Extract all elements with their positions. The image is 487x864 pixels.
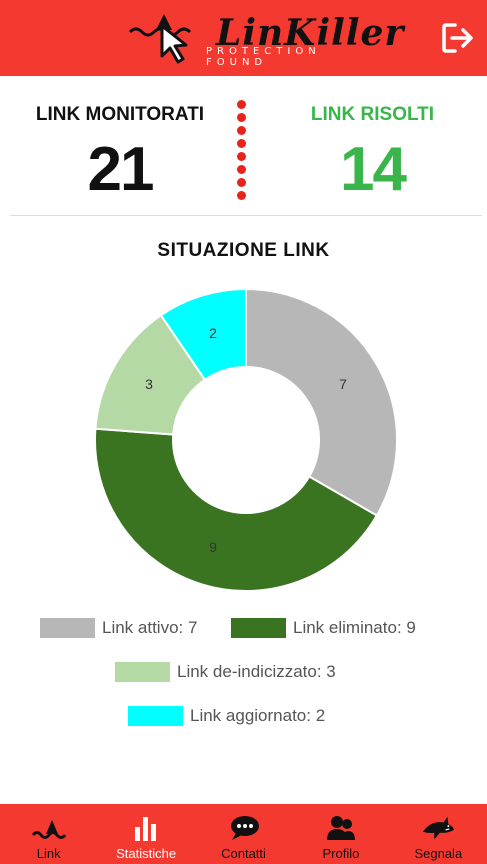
legend-item-eliminato[interactable]: Link eliminato: 9 [231, 618, 416, 638]
link-status-chart: 7 9 3 2 [0, 270, 487, 610]
nav-item-statistiche[interactable]: Statistiche [97, 804, 194, 864]
legend-label: Link aggiornato: 2 [190, 706, 326, 725]
bottom-nav: Link Statistiche Contatti Profilo Segnal… [0, 804, 487, 864]
logout-button[interactable] [441, 22, 475, 54]
resolved-links-stat: LINK RISOLTI 14 [285, 104, 460, 205]
nav-label-segnala: Segnala [414, 846, 463, 861]
monitored-links-stat: LINK MONITORATI 21 [30, 104, 210, 205]
stats-separator [235, 100, 247, 206]
legend-label: Link de-indicizzato: 3 [177, 662, 336, 681]
legend-item-aggiornato[interactable]: Link aggiornato: 2 [128, 706, 325, 726]
nav-item-contatti[interactable]: Contatti [195, 804, 292, 864]
legend-item-deindicizzato[interactable]: Link de-indicizzato: 3 [115, 662, 336, 682]
slice-value-label: 3 [145, 376, 153, 392]
slice-value-label: 9 [209, 539, 217, 555]
legend-swatch [231, 618, 286, 638]
slice-value-label: 2 [209, 325, 217, 341]
users-icon [324, 814, 358, 842]
resolved-links-label: LINK RISOLTI [310, 104, 435, 125]
donut-chart: 7 9 3 2 [94, 287, 398, 592]
donut-slice[interactable] [245, 287, 398, 517]
resolved-links-value: 14 [340, 135, 407, 204]
nav-label-contatti: Contatti [221, 846, 266, 861]
nav-label-profilo: Profilo [322, 846, 360, 861]
chat-bubble-icon [227, 814, 261, 842]
legend-swatch [40, 618, 95, 638]
shark-icon [421, 814, 455, 842]
nav-label-link: Link [36, 846, 61, 861]
app-header: LinKiller PROTECTION FOUND [0, 0, 487, 76]
monitored-links-value: 21 [87, 135, 155, 204]
monitored-links-label: LINK MONITORATI [35, 104, 205, 125]
legend-label: Link eliminato: 9 [293, 618, 416, 637]
logo-subtitle: PROTECTION FOUND [206, 46, 321, 68]
bar-chart-icon [129, 814, 163, 842]
nav-label-statistiche: Statistiche [116, 846, 177, 861]
nav-item-segnala[interactable]: Segnala [390, 804, 487, 864]
divider [10, 215, 482, 216]
legend-item-attivo[interactable]: Link attivo: 7 [40, 618, 197, 638]
slice-value-label: 7 [339, 376, 347, 392]
shark-fin-icon [31, 814, 66, 842]
legend-swatch [128, 706, 183, 726]
nav-item-link[interactable]: Link [0, 804, 97, 864]
linkiller-logo: LinKiller PROTECTION FOUND [128, 8, 403, 68]
chart-title: SITUAZIONE LINK [157, 240, 330, 261]
legend-swatch [115, 662, 170, 682]
logout-icon [442, 23, 473, 53]
nav-item-profilo[interactable]: Profilo [292, 804, 389, 864]
legend-label: Link attivo: 7 [102, 618, 198, 637]
